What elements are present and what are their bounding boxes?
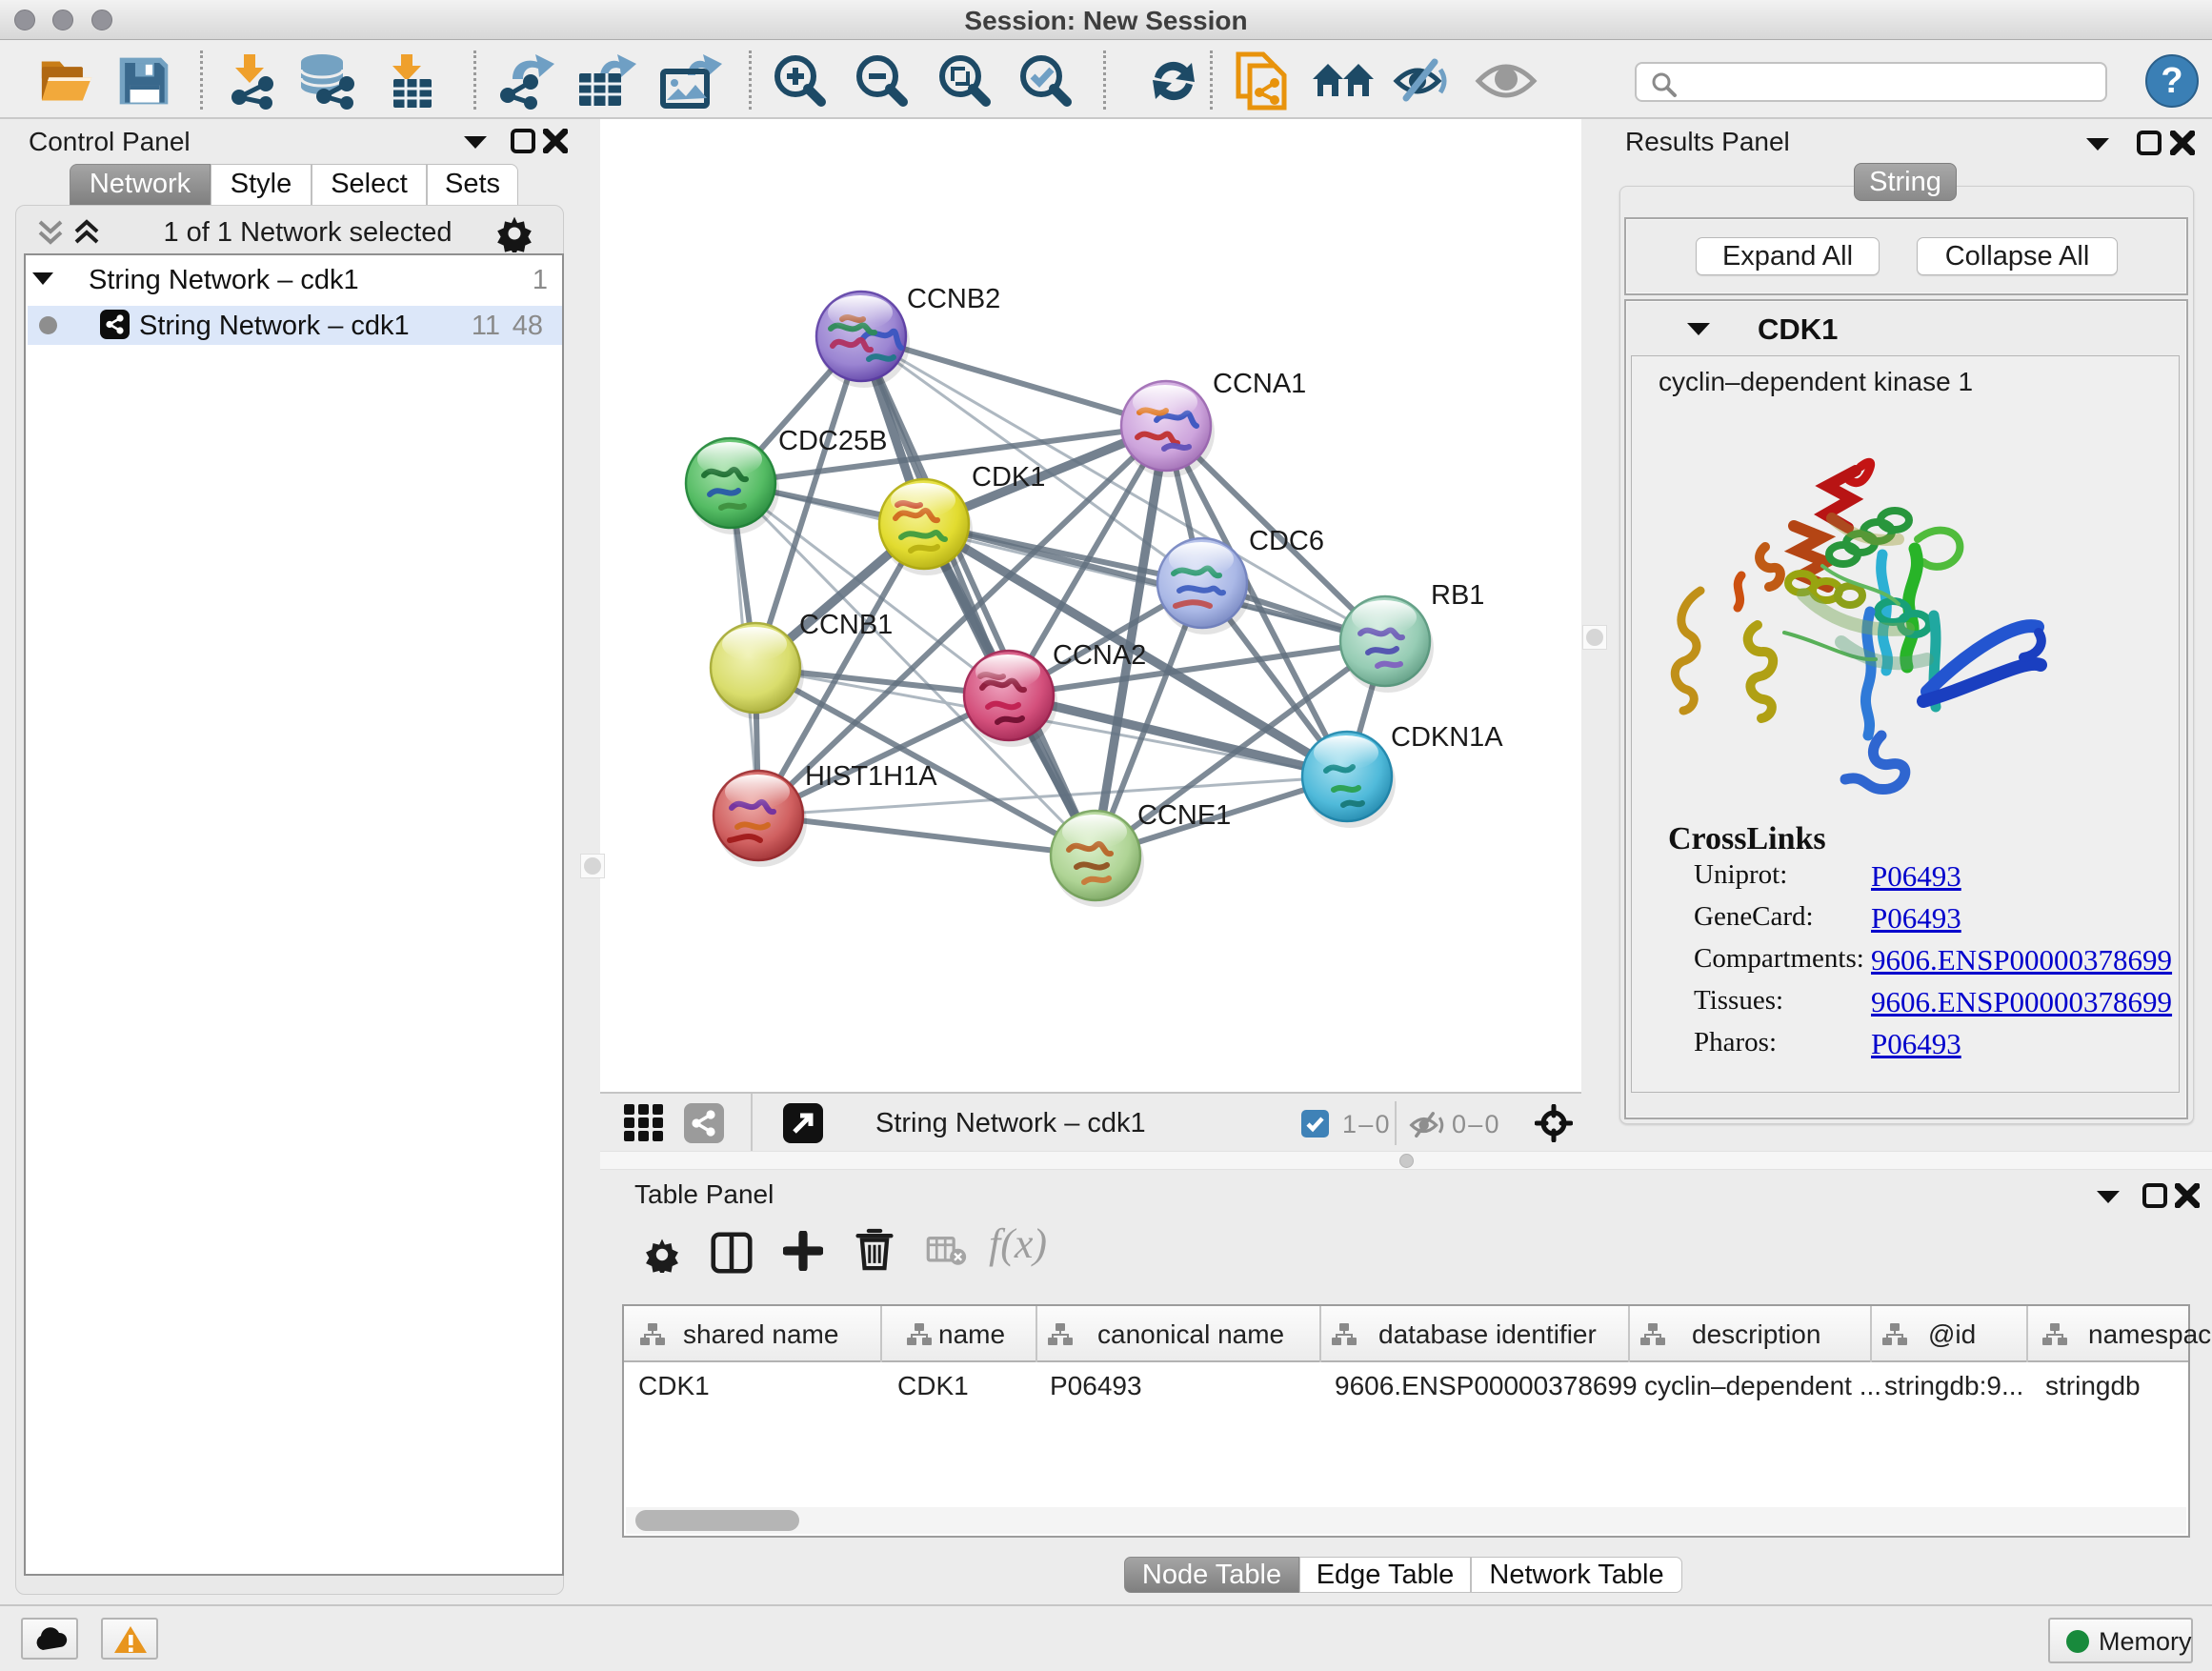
svg-text:CCNA2: CCNA2: [1053, 640, 1146, 671]
svg-text:CDKN1A: CDKN1A: [1391, 722, 1503, 753]
svg-text:CCNB2: CCNB2: [907, 284, 1000, 314]
svg-text:CDC25B: CDC25B: [778, 426, 887, 456]
svg-text:?: ?: [2161, 61, 2182, 101]
svg-text:CDK1: CDK1: [972, 462, 1045, 493]
svg-text:CCNE1: CCNE1: [1137, 800, 1231, 831]
svg-text:CCNB1: CCNB1: [799, 610, 893, 640]
svg-text:CDC6: CDC6: [1249, 526, 1324, 556]
svg-text:CCNA1: CCNA1: [1213, 369, 1306, 399]
svg-text:RB1: RB1: [1431, 580, 1484, 611]
svg-text:HIST1H1A: HIST1H1A: [805, 761, 937, 792]
